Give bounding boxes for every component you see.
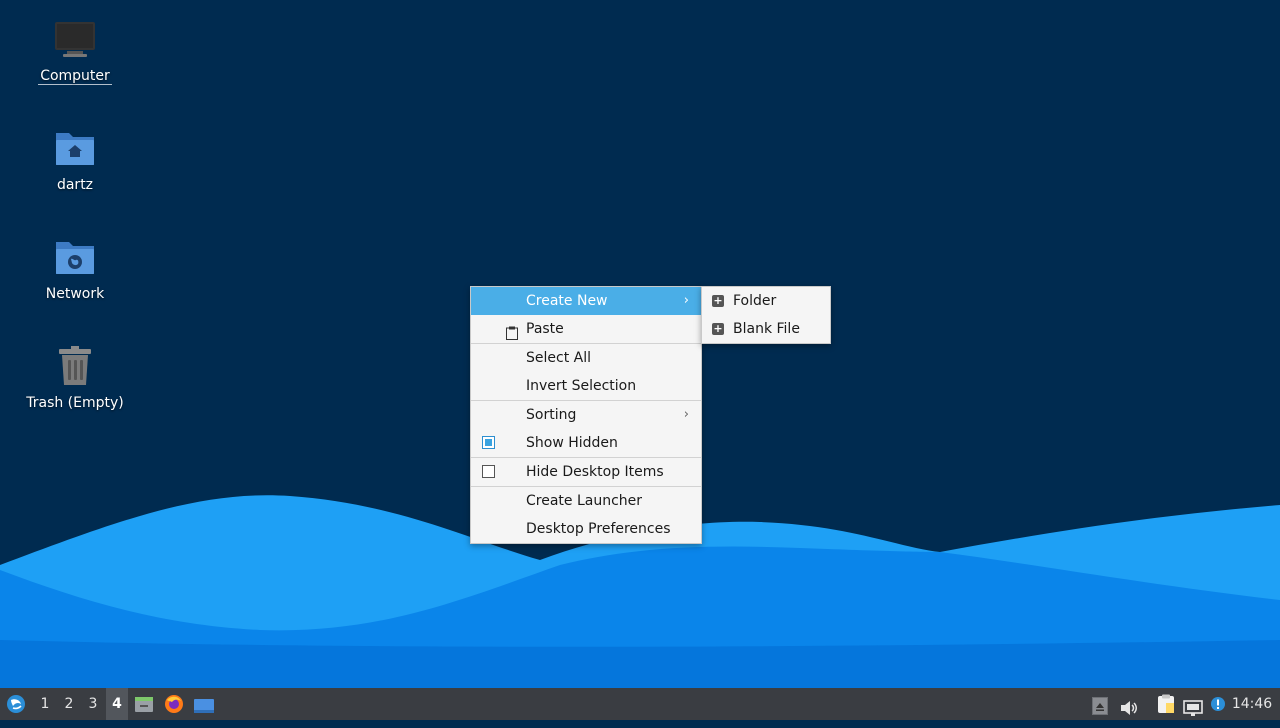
- firefox-launcher[interactable]: [162, 688, 186, 720]
- menu-item-desktop-preferences[interactable]: Desktop Preferences: [471, 515, 701, 543]
- workspace-3-button[interactable]: 3: [82, 688, 104, 720]
- menu-item-label: Desktop Preferences: [526, 521, 671, 537]
- desktop-context-menu: Create New › Paste Select All Invert Sel…: [470, 286, 702, 544]
- desktop-icon-label: Network: [45, 286, 105, 302]
- network-folder-icon: [53, 236, 97, 280]
- menu-item-label: Show Hidden: [526, 435, 618, 451]
- desktop-icon-label: dartz: [56, 177, 94, 193]
- notification-icon: [1210, 692, 1226, 724]
- submenu-item-folder[interactable]: + Folder: [702, 287, 830, 315]
- chevron-right-icon: ›: [683, 293, 689, 308]
- show-desktop-icon: [193, 695, 215, 727]
- volume-icon: [1120, 696, 1138, 728]
- lubuntu-logo-icon: [6, 694, 26, 726]
- submenu-item-label: Blank File: [733, 321, 800, 337]
- menu-item-label: Sorting: [526, 407, 577, 423]
- home-folder-icon: [53, 127, 97, 171]
- desktop-icon-network[interactable]: Network: [20, 236, 130, 302]
- trash-icon: [53, 345, 97, 389]
- menu-item-label: Hide Desktop Items: [526, 464, 664, 480]
- file-manager-launcher[interactable]: [132, 688, 156, 720]
- create-new-submenu: + Folder + Blank File: [701, 286, 831, 344]
- chevron-right-icon: ›: [683, 407, 689, 422]
- tray-arrow-icon: [1092, 695, 1108, 727]
- menu-item-hide-desktop-items[interactable]: Hide Desktop Items: [471, 458, 701, 486]
- workspace-1-button[interactable]: 1: [34, 688, 56, 720]
- firefox-icon: [164, 694, 184, 726]
- menu-item-create-new[interactable]: Create New ›: [471, 287, 701, 315]
- menu-item-sorting[interactable]: Sorting ›: [471, 401, 701, 429]
- workspace-4-button[interactable]: 4: [106, 688, 128, 720]
- clipboard-icon: [1157, 694, 1175, 726]
- network-icon: [1183, 696, 1203, 728]
- notification-button[interactable]: [1208, 688, 1228, 720]
- network-status-button[interactable]: [1182, 688, 1204, 720]
- menu-item-paste[interactable]: Paste: [471, 315, 701, 343]
- file-manager-icon: [134, 694, 154, 726]
- tray-expand-button[interactable]: [1090, 688, 1110, 720]
- add-folder-icon: +: [712, 294, 724, 307]
- desktop-icon-trash[interactable]: Trash (Empty): [20, 345, 130, 411]
- show-hidden-checkbox[interactable]: [482, 436, 495, 449]
- clipboard-button[interactable]: [1155, 688, 1177, 720]
- clock[interactable]: 14:46: [1230, 688, 1274, 720]
- menu-item-select-all[interactable]: Select All: [471, 344, 701, 372]
- start-menu-button[interactable]: [2, 688, 30, 720]
- computer-icon: [53, 18, 97, 62]
- menu-item-invert-selection[interactable]: Invert Selection: [471, 372, 701, 400]
- desktop-icon-home[interactable]: dartz: [20, 127, 130, 193]
- desktop-icon-label: Trash (Empty): [26, 395, 124, 411]
- desktop-icon-computer[interactable]: Computer: [20, 18, 130, 85]
- menu-item-label: Select All: [526, 350, 591, 366]
- clipboard-paste-icon: [506, 322, 520, 340]
- desktop-icon-label: Computer: [38, 68, 112, 85]
- menu-item-label: Invert Selection: [526, 378, 637, 394]
- taskbar: 1 2 3 4 14:46: [0, 688, 1280, 720]
- workspace-2-button[interactable]: 2: [58, 688, 80, 720]
- menu-item-create-launcher[interactable]: Create Launcher: [471, 487, 701, 515]
- desktop[interactable]: Computer dartz Network Trash (Empty) Cre…: [0, 0, 1280, 688]
- submenu-item-label: Folder: [733, 293, 777, 309]
- volume-button[interactable]: [1118, 688, 1140, 720]
- hide-desktop-items-checkbox[interactable]: [482, 465, 495, 478]
- submenu-item-blank-file[interactable]: + Blank File: [702, 315, 830, 343]
- menu-item-show-hidden[interactable]: Show Hidden: [471, 429, 701, 457]
- show-desktop-launcher[interactable]: [192, 688, 216, 720]
- menu-item-label: Paste: [526, 321, 564, 337]
- add-file-icon: +: [712, 322, 724, 335]
- menu-item-label: Create New: [526, 293, 608, 309]
- menu-item-label: Create Launcher: [526, 493, 643, 509]
